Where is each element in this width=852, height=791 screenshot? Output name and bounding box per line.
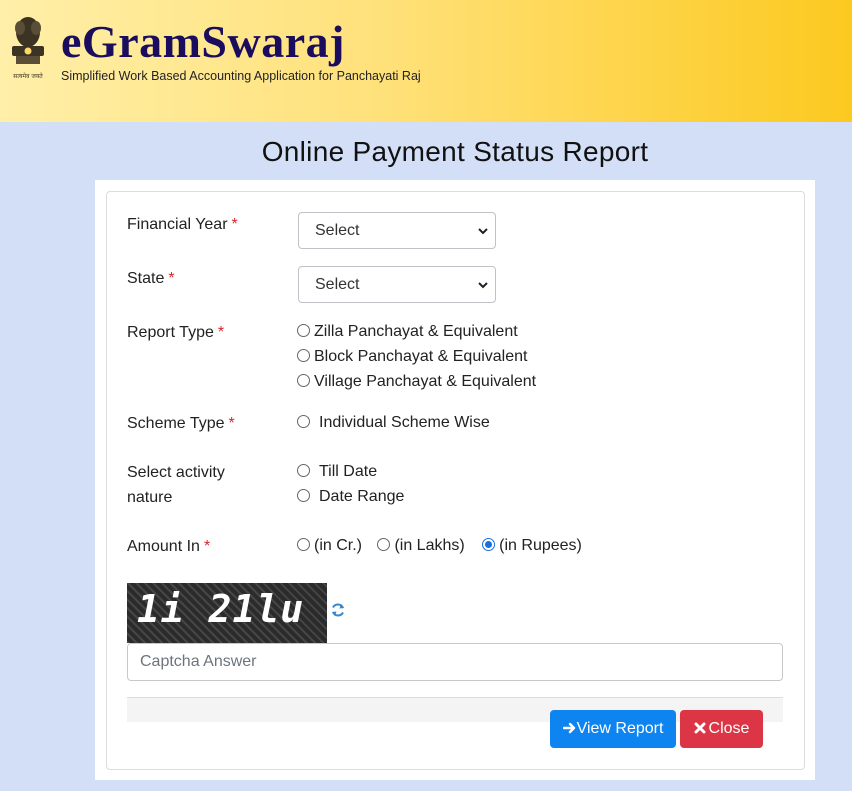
- report-type-option-village[interactable]: Village Panchayat & Equivalent: [297, 370, 536, 394]
- chevron-down-icon: [478, 228, 488, 235]
- arrow-right-icon: [562, 723, 575, 734]
- amount-option-lakhs[interactable]: (in Lakhs): [377, 537, 465, 554]
- option-label: Date Range: [319, 488, 405, 505]
- state-value: Select: [315, 276, 360, 293]
- report-type-option-block[interactable]: Block Panchayat & Equivalent: [297, 345, 527, 369]
- option-label: Zilla Panchayat & Equivalent: [314, 323, 518, 340]
- scheme-type-option-individual[interactable]: Individual Scheme Wise: [297, 411, 490, 435]
- radio-button[interactable]: [297, 464, 310, 477]
- option-label: Village Panchayat & Equivalent: [314, 373, 537, 390]
- radio-button[interactable]: [297, 349, 310, 362]
- activity-nature-label-line2: nature: [127, 489, 173, 506]
- report-type-option-zilla[interactable]: Zilla Panchayat & Equivalent: [297, 320, 518, 344]
- activity-option-date-range[interactable]: Date Range: [297, 485, 404, 509]
- radio-button[interactable]: [297, 538, 310, 551]
- activity-nature-label-line1: Select activity: [127, 464, 225, 481]
- required-mark: *: [203, 538, 211, 555]
- option-label: Block Panchayat & Equivalent: [314, 348, 528, 365]
- required-mark: *: [231, 216, 238, 233]
- state-label: State *: [127, 266, 175, 291]
- report-type-label: Report Type *: [127, 320, 224, 345]
- financial-year-value: Select: [315, 222, 360, 239]
- radio-button[interactable]: [297, 489, 310, 502]
- close-button[interactable]: Close: [680, 710, 763, 748]
- radio-button[interactable]: [297, 324, 310, 337]
- emblem-caption: सत्यमेव जयते: [13, 72, 43, 80]
- scheme-type-label-text: Scheme Type: [127, 415, 225, 432]
- financial-year-label: Financial Year *: [127, 212, 238, 237]
- page-title: Online Payment Status Report: [261, 136, 649, 167]
- report-type-label-text: Report Type: [127, 324, 214, 341]
- option-label: (in Rupees): [499, 537, 582, 554]
- required-mark: *: [217, 324, 225, 341]
- site-subtitle: Simplified Work Based Accounting Applica…: [61, 69, 421, 83]
- close-icon: [694, 722, 706, 734]
- refresh-icon[interactable]: [330, 602, 346, 618]
- option-label: (in Lakhs): [394, 537, 465, 554]
- activity-nature-label: Select activity nature: [127, 460, 225, 510]
- radio-button[interactable]: [297, 374, 310, 387]
- radio-button[interactable]: [297, 415, 310, 428]
- option-label: Individual Scheme Wise: [319, 414, 490, 431]
- financial-year-label-text: Financial Year: [127, 216, 228, 233]
- option-label: Till Date: [319, 463, 378, 480]
- amount-in-label-text: Amount In: [127, 538, 200, 555]
- activity-option-till-date[interactable]: Till Date: [297, 460, 377, 484]
- captcha-answer-input[interactable]: [127, 643, 783, 681]
- amount-in-options: (in Cr.) (in Lakhs) (in Rupees): [297, 534, 582, 558]
- state-select[interactable]: Select: [298, 266, 496, 303]
- required-mark: *: [168, 270, 175, 287]
- ashoka-emblem-icon: सत्यमेव जयते: [12, 17, 44, 80]
- site-title[interactable]: eGramSwaraj: [61, 14, 345, 70]
- state-label-text: State: [127, 270, 165, 287]
- site-header: सत्यमेव जयते eGramSwaraj Simplified Work…: [0, 0, 852, 122]
- view-report-button[interactable]: View Report: [550, 710, 676, 748]
- amount-in-label: Amount In *: [127, 534, 210, 559]
- option-label: (in Cr.): [314, 537, 362, 554]
- financial-year-select[interactable]: Select: [298, 212, 496, 249]
- required-mark: *: [228, 415, 235, 432]
- chevron-down-icon: [478, 282, 488, 289]
- close-label: Close: [708, 720, 750, 737]
- amount-option-crore[interactable]: (in Cr.): [297, 537, 362, 554]
- view-report-label: View Report: [576, 720, 664, 737]
- radio-button-selected[interactable]: [482, 538, 496, 551]
- radio-button[interactable]: [377, 538, 391, 551]
- captcha-image: 1i 21lu: [127, 583, 327, 643]
- scheme-type-label: Scheme Type *: [127, 411, 235, 436]
- amount-option-rupees[interactable]: (in Rupees): [482, 537, 582, 554]
- captcha-text: 1i 21lu: [137, 587, 305, 631]
